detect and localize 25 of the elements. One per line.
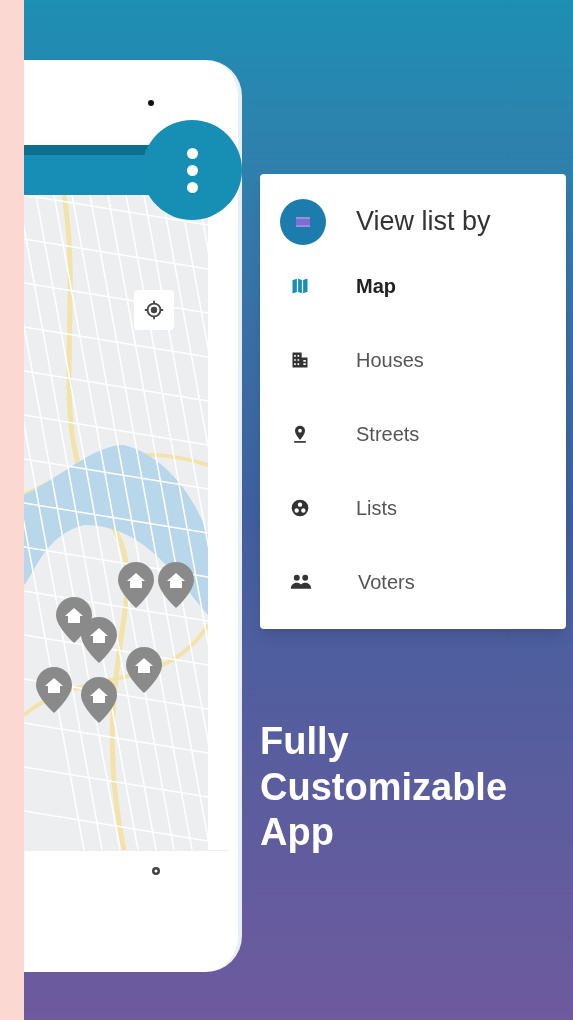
house-pin-icon[interactable] bbox=[79, 675, 119, 725]
house-pin-icon[interactable] bbox=[156, 560, 196, 610]
headline-line: App bbox=[260, 810, 335, 856]
house-pin-icon[interactable] bbox=[79, 615, 119, 665]
circles-icon bbox=[290, 498, 310, 518]
headline-line: Customizable bbox=[260, 764, 509, 810]
gear-icon[interactable] bbox=[151, 865, 161, 876]
locate-button[interactable] bbox=[134, 290, 174, 330]
more-icon bbox=[186, 147, 198, 193]
menu-item[interactable]: Lists bbox=[260, 471, 566, 545]
building-icon bbox=[290, 350, 310, 370]
menu-item[interactable]: Streets bbox=[260, 397, 566, 471]
house-pin-icon[interactable] bbox=[116, 560, 156, 610]
house-pin-icon[interactable] bbox=[34, 665, 74, 715]
list-icon bbox=[280, 198, 326, 245]
people-icon bbox=[290, 572, 312, 592]
menu-item[interactable]: Map bbox=[260, 249, 566, 323]
menu-item[interactable]: Houses bbox=[260, 323, 566, 397]
map-icon bbox=[290, 276, 310, 296]
house-pin-icon[interactable] bbox=[124, 645, 164, 695]
headline-line: Fully bbox=[260, 719, 350, 764]
menu-item[interactable]: Voters bbox=[260, 545, 566, 619]
camera-icon bbox=[148, 99, 154, 106]
menu-title: View list by bbox=[356, 205, 491, 239]
crosshair-icon bbox=[143, 299, 165, 321]
